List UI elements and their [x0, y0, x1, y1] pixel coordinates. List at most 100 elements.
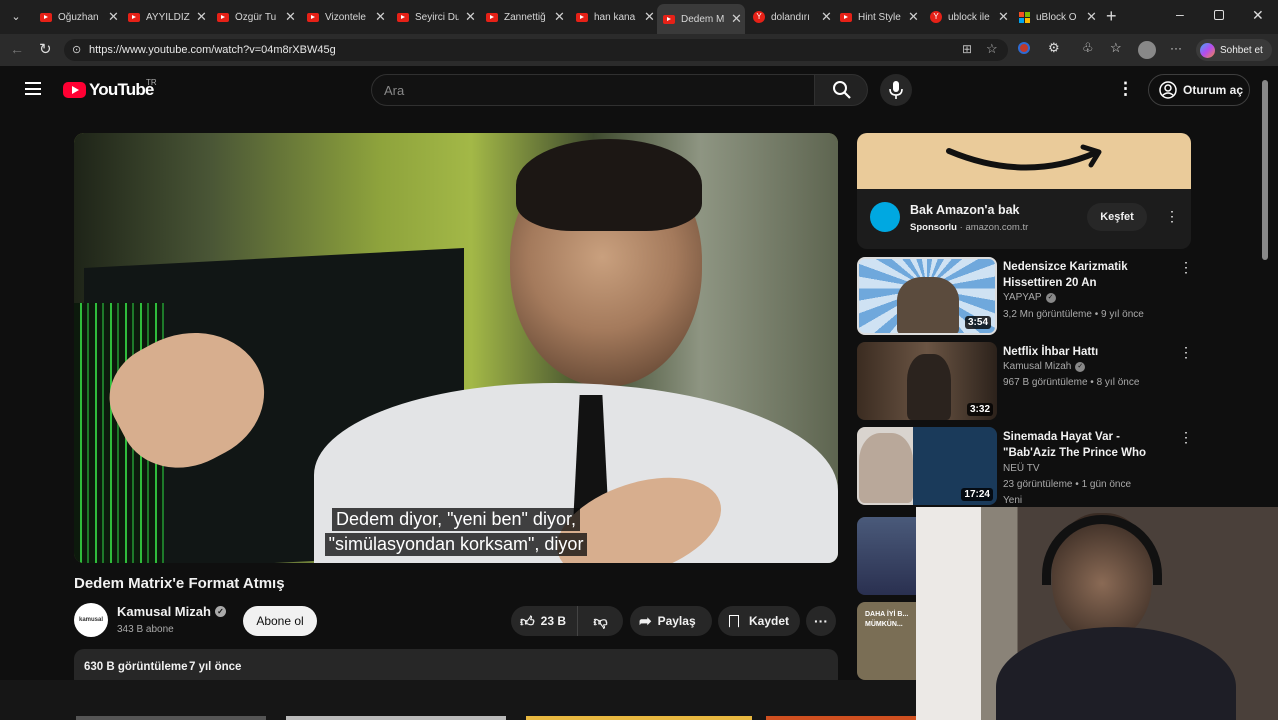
address-bar[interactable]: ⊙ https://www.youtube.com/watch?v=04m8rX…	[64, 39, 1008, 61]
more-actions-button[interactable]: ···	[806, 606, 836, 636]
youtube-favicon-icon	[128, 12, 140, 22]
browser-tab[interactable]: uBlock O ✕	[1013, 4, 1101, 30]
close-tab-icon[interactable]: ✕	[821, 9, 832, 25]
dislike-button[interactable]: 👎︎	[577, 606, 623, 636]
browser-tab[interactable]: Hint Style ✕	[834, 4, 922, 30]
vpn-extension-icon[interactable]	[1018, 42, 1030, 54]
recommended-video[interactable]: 3:54 Nedensizce Karizmatik Hissettiren 2…	[857, 257, 1193, 337]
recommended-video[interactable]: 17:24 Sinemada Hayat Var - "Bab'Aziz The…	[857, 427, 1193, 511]
settings-more-icon[interactable]: ···	[1170, 41, 1182, 55]
video-thumbnail[interactable]: 3:54	[857, 257, 997, 335]
page-scrollbar[interactable]	[1262, 80, 1268, 260]
thumbs-up-icon: 👍︎	[520, 612, 535, 629]
close-tab-icon[interactable]: ✕	[465, 9, 476, 25]
video-thumbnail[interactable]: 3:32	[857, 342, 997, 420]
save-button[interactable]: Kaydet	[718, 606, 800, 636]
refresh-button[interactable]: ↻	[39, 40, 52, 58]
browser-tab[interactable]: Özgür Tu ✕	[211, 4, 299, 30]
browser-tab[interactable]: Y ublock ile ✕	[924, 4, 1012, 30]
maximize-button[interactable]	[1214, 10, 1224, 20]
voice-search-button[interactable]	[880, 74, 912, 106]
close-tab-icon[interactable]: ✕	[285, 9, 296, 25]
video-player[interactable]: Dedem diyor, "yeni ben" diyor, "simülasy…	[74, 133, 838, 563]
search-button[interactable]	[814, 74, 868, 106]
copilot-button[interactable]: Sohbet et	[1196, 39, 1272, 61]
yandex-favicon-icon: Y	[753, 11, 765, 23]
search-box	[371, 74, 815, 106]
like-button[interactable]: 👍︎ 23 B	[511, 606, 577, 636]
person-hair	[516, 139, 702, 231]
share-icon: ➦	[639, 613, 652, 630]
close-tab-icon[interactable]: ✕	[375, 9, 386, 25]
new-tab-button[interactable]: +	[1106, 6, 1117, 27]
close-tab-icon[interactable]: ✕	[108, 9, 119, 25]
browser-tab[interactable]: Oğuzhan ✕	[34, 4, 120, 30]
webcam-overlay	[916, 507, 1278, 720]
ad-meta: Sponsorlu · amazon.com.tr	[910, 222, 1029, 233]
sponsored-ad-card[interactable]: Bak Amazon'a bak Sponsorlu · amazon.com.…	[857, 133, 1191, 249]
youtube-logo-icon[interactable]	[63, 82, 86, 98]
thumbnail-text: DAHA İYİ B... MÜMKÜN...	[865, 611, 909, 628]
tab-list-button[interactable]: ⌄	[7, 8, 25, 26]
recommended-video-title: Sinemada Hayat Var - "Bab'Aziz The Princ…	[1003, 431, 1147, 459]
browser-tab-bar: ⌄ Oğuzhan ✕ AYYILDIZ ✕ Özgür Tu ✕ Vizont…	[0, 0, 1278, 34]
subscribe-button[interactable]: Abone ol	[243, 606, 317, 636]
browser-tab[interactable]: han kana ✕	[570, 4, 656, 30]
ad-cta-button[interactable]: Keşfet	[1087, 203, 1147, 231]
thumbnail-person	[907, 354, 951, 420]
video-duration: 17:24	[961, 488, 993, 501]
thumbnail-person	[859, 433, 913, 503]
channel-avatar[interactable]: kamusal	[74, 603, 108, 637]
close-tab-icon[interactable]: ✕	[554, 9, 565, 25]
close-tab-icon[interactable]: ✕	[196, 9, 207, 25]
video-thumbnail[interactable]: 17:24	[857, 427, 997, 505]
channel-name[interactable]: Kamusal Mizah ✓	[117, 604, 226, 619]
ad-menu-icon[interactable]: ⋮	[1165, 208, 1179, 225]
back-button[interactable]: ←	[10, 41, 24, 57]
close-tab-icon[interactable]: ✕	[644, 9, 655, 25]
ublock-extension-icon[interactable]: ⚙	[1048, 40, 1060, 56]
bottom-preview-strip	[0, 680, 916, 720]
more-options-icon[interactable]: ⋮	[1117, 80, 1134, 98]
close-tab-icon[interactable]: ✕	[998, 9, 1009, 25]
split-screen-icon[interactable]: ⊞	[962, 42, 972, 56]
recommended-video-title: Nedensizce Karizmatik Hissettiren 20 An	[1003, 261, 1128, 289]
recommended-menu-icon[interactable]: ⋮	[1179, 430, 1193, 444]
bookmark-star-icon[interactable]: ☆	[986, 41, 998, 57]
signin-button[interactable]: Oturum aç	[1148, 74, 1250, 106]
browser-tab-active[interactable]: Dedem M ✕	[657, 4, 745, 34]
close-tab-icon[interactable]: ✕	[908, 9, 919, 25]
description-box[interactable]: 630 B görüntüleme 7 yıl önce	[74, 649, 838, 680]
subtitle-line: "simülasyondan korksam", diyor	[324, 533, 588, 556]
menu-icon[interactable]	[25, 82, 41, 95]
amazon-smile-icon	[946, 144, 1102, 171]
youtube-favicon-icon	[663, 14, 675, 24]
close-tab-icon[interactable]: ✕	[1086, 9, 1097, 25]
account-icon	[1159, 81, 1177, 99]
browser-tab[interactable]: Vizontele ✕	[301, 4, 389, 30]
browser-tab[interactable]: Zannettiğ ✕	[480, 4, 568, 30]
recommended-channel: NEÜ TV	[1003, 463, 1040, 474]
recommended-menu-icon[interactable]: ⋮	[1179, 345, 1193, 359]
preview-thumbnail	[76, 716, 266, 720]
view-count: 630 B görüntüleme	[84, 661, 188, 673]
browser-tab[interactable]: AYYILDIZ ✕	[122, 4, 210, 30]
favorites-icon[interactable]: ☆	[1110, 40, 1122, 56]
profile-avatar[interactable]	[1138, 41, 1156, 59]
lock-icon: ⊙	[72, 44, 82, 56]
extensions-icon[interactable]: ♧	[1082, 40, 1094, 56]
search-input[interactable]	[372, 75, 814, 105]
close-window-button[interactable]: ✕	[1252, 7, 1264, 24]
close-tab-icon[interactable]: ✕	[731, 11, 742, 27]
thumbnail-person	[897, 277, 959, 333]
browser-tab[interactable]: Seyirci Du ✕	[391, 4, 479, 30]
recommended-menu-icon[interactable]: ⋮	[1179, 260, 1193, 274]
youtube-favicon-icon	[576, 12, 588, 22]
recommended-video[interactable]: 3:32 Netflix İhbar Hattı Kamusal Mizah ✓…	[857, 342, 1193, 422]
browser-tab[interactable]: Y dolandırı ✕	[747, 4, 833, 30]
youtube-logo-text[interactable]: YouTube	[89, 80, 154, 100]
youtube-favicon-icon	[840, 12, 852, 22]
share-button[interactable]: ➦ Paylaş	[630, 606, 712, 636]
microsoft-favicon-icon	[1019, 11, 1030, 23]
minimize-button[interactable]: –	[1176, 6, 1184, 22]
